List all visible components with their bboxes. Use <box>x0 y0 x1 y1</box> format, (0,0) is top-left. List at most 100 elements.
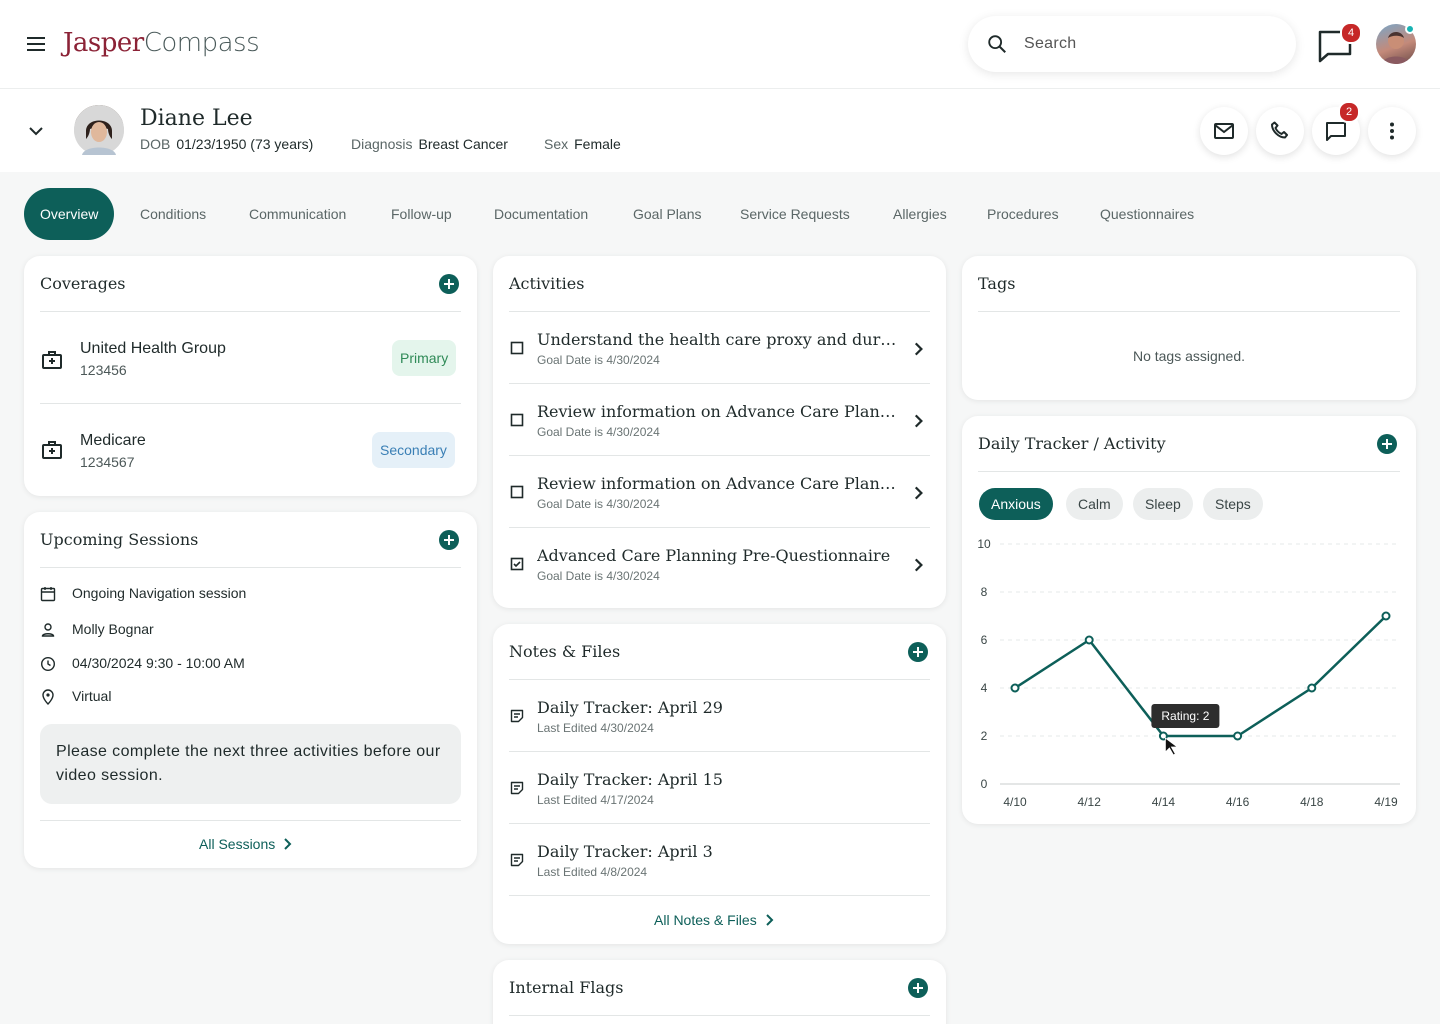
add-session-button[interactable] <box>439 530 459 550</box>
activity-title: Understand the health care proxy and dur… <box>537 330 897 349</box>
patient-header: Diane Lee DOB 01/23/1950 (73 years) Diagn… <box>0 88 1440 172</box>
divider <box>509 751 930 752</box>
checkbox-empty-icon[interactable] <box>509 412 525 428</box>
person-icon <box>41 623 55 637</box>
chevron-right-icon <box>914 414 923 428</box>
chevron-right-icon <box>765 914 774 926</box>
tracker-title: Daily Tracker / Activity <box>978 434 1166 453</box>
note-title: Daily Tracker: April 29 <box>537 698 723 717</box>
search-input[interactable]: Search <box>1024 35 1077 53</box>
coverage-id: 123456 <box>80 362 127 378</box>
chat-button[interactable]: 2 <box>1312 101 1360 155</box>
patient-name: Diane Lee <box>140 106 253 131</box>
activity-title: Advanced Care Planning Pre-Questionnaire <box>537 546 891 565</box>
call-button[interactable] <box>1256 107 1304 155</box>
location-pin-icon <box>42 689 54 705</box>
messages-button[interactable]: 4 <box>1316 22 1362 64</box>
tab-goal-plans[interactable]: Goal Plans <box>633 188 701 240</box>
tab-procedures[interactable]: Procedures <box>987 188 1059 240</box>
dob-value: 01/23/1950 (73 years) <box>176 136 314 152</box>
tab-overview[interactable]: Overview <box>24 188 115 240</box>
tab-follow-up[interactable]: Follow-up <box>391 188 452 240</box>
checkbox-empty-icon[interactable] <box>509 340 525 356</box>
coverage-name: Medicare <box>80 432 146 449</box>
chip-steps[interactable]: Steps <box>1203 488 1263 520</box>
note-last-edited: Last Edited 4/30/2024 <box>537 721 654 735</box>
activity-goal-date: Goal Date is 4/30/2024 <box>537 353 660 367</box>
daily-tracker-card: Daily Tracker / Activity Anxious Calm Sl… <box>962 416 1416 824</box>
menu-icon[interactable] <box>24 32 48 56</box>
tab-allergies[interactable]: Allergies <box>893 188 947 240</box>
chevron-down-icon[interactable] <box>24 119 48 143</box>
divider <box>509 311 930 312</box>
add-tracker-button[interactable] <box>1377 434 1397 454</box>
note-title: Daily Tracker: April 3 <box>537 842 713 861</box>
patient-diagnosis: Diagnosis Breast Cancer <box>351 136 508 152</box>
note-icon <box>510 709 524 723</box>
coverage-id: 1234567 <box>80 454 135 470</box>
coverage-badge-secondary: Secondary <box>372 432 455 468</box>
add-note-button[interactable] <box>908 642 928 662</box>
session-type: Ongoing Navigation session <box>72 585 247 601</box>
phone-icon <box>1271 121 1288 139</box>
add-flag-button[interactable] <box>908 978 928 998</box>
messages-badge: 4 <box>1340 22 1362 44</box>
note-last-edited: Last Edited 4/8/2024 <box>537 865 648 879</box>
upcoming-sessions-card: Upcoming Sessions Ongoing Navigation ses… <box>24 512 477 868</box>
tab-communication[interactable]: Communication <box>249 188 346 240</box>
patient-avatar <box>74 105 124 155</box>
divider <box>509 895 930 896</box>
chat-badge: 2 <box>1338 101 1360 123</box>
more-options-button[interactable] <box>1368 107 1416 155</box>
checkbox-checked-icon[interactable] <box>509 556 525 572</box>
checkbox-empty-icon[interactable] <box>509 484 525 500</box>
logo-text-jasper: Jasper <box>63 28 144 58</box>
x-tick-label: 4/10 <box>1003 795 1027 809</box>
sex-label: Sex <box>544 136 569 152</box>
tab-documentation[interactable]: Documentation <box>494 188 588 240</box>
chip-calm[interactable]: Calm <box>1066 488 1123 520</box>
app-logo[interactable]: JasperCompass <box>63 26 260 58</box>
session-location: Virtual <box>72 688 112 704</box>
data-point <box>1307 683 1317 693</box>
top-bar: JasperCompass Search 4 <box>0 0 1440 88</box>
tab-conditions[interactable]: Conditions <box>140 188 206 240</box>
tracker-line-chart[interactable]: 0 2 4 6 8 10 4/10 4/12 4/14 4/16 4/18 4/19 Rating: 2 <box>962 528 1416 818</box>
activities-title: Activities <box>509 274 585 293</box>
note-title: Daily Tracker: April 15 <box>537 770 723 789</box>
data-point <box>1084 635 1094 645</box>
mail-icon <box>1214 123 1234 139</box>
data-point <box>1381 611 1391 621</box>
divider <box>509 455 930 456</box>
y-tick-label: 4 <box>981 681 988 695</box>
search-icon <box>988 35 1006 53</box>
data-point <box>1233 731 1243 741</box>
email-button[interactable] <box>1200 107 1248 155</box>
sex-value: Female <box>574 136 621 152</box>
chevron-right-icon <box>284 838 292 850</box>
add-coverage-button[interactable] <box>439 274 459 294</box>
divider <box>509 383 930 384</box>
all-notes-link[interactable]: All Notes & Files <box>654 912 777 928</box>
divider <box>509 1015 930 1016</box>
divider <box>40 820 461 821</box>
divider <box>40 567 461 568</box>
chip-sleep[interactable]: Sleep <box>1133 488 1193 520</box>
chevron-right-icon <box>914 486 923 500</box>
y-tick-label: 0 <box>981 777 988 791</box>
insurance-card-icon <box>42 351 62 369</box>
data-point <box>1010 683 1020 693</box>
search-bar[interactable]: Search <box>968 16 1296 72</box>
chevron-right-icon <box>914 558 923 572</box>
insurance-card-icon <box>42 441 62 459</box>
tags-empty-message: No tags assigned. <box>1132 348 1246 364</box>
note-icon <box>510 853 524 867</box>
clock-icon <box>40 656 56 672</box>
logo-text-compass: Compass <box>143 28 260 58</box>
chip-anxious[interactable]: Anxious <box>979 488 1053 520</box>
tab-service-requests[interactable]: Service Requests <box>740 188 850 240</box>
all-sessions-link[interactable]: All Sessions <box>199 836 295 852</box>
tab-questionnaires[interactable]: Questionnaires <box>1100 188 1194 240</box>
y-tick-label: 6 <box>981 633 988 647</box>
coverage-name: United Health Group <box>80 340 226 357</box>
